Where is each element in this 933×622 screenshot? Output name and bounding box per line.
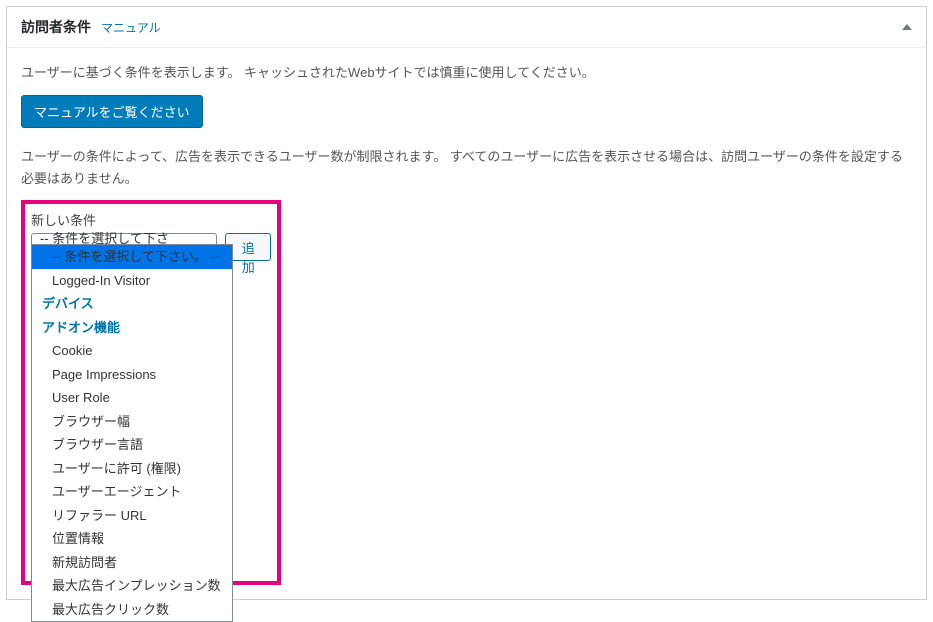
panel-description: ユーザーに基づく条件を表示します。 キャッシュされたWebサイトでは慎重に使用し… xyxy=(21,62,912,81)
highlight-annotation: 新しい条件 -- 条件を選択して下さい。 -- 追加 -- 条件を選択して下さい… xyxy=(21,200,281,585)
panel-header: 訪問者条件 マニュアル xyxy=(7,7,926,48)
panel-title: 訪問者条件 xyxy=(21,17,91,37)
dropdown-option[interactable]: ユーザーエージェント xyxy=(32,480,232,504)
dropdown-option[interactable]: 新規訪問者 xyxy=(32,551,232,575)
dropdown-option[interactable]: リファラー URL xyxy=(32,504,232,528)
panel-note: ユーザーの条件によって、広告を表示できるユーザー数が制限されます。 すべてのユー… xyxy=(21,146,912,190)
dropdown-option[interactable]: 最大広告インプレッション数 xyxy=(32,574,232,598)
dropdown-option[interactable]: ブラウザー言語 xyxy=(32,433,232,457)
collapse-icon[interactable] xyxy=(902,24,912,30)
condition-dropdown-list: -- 条件を選択して下さい。 --Logged-In Visitorデバイスアド… xyxy=(31,244,233,622)
dropdown-option: アドオン機能 xyxy=(32,316,232,340)
dropdown-option[interactable]: ブラウザー幅 xyxy=(32,410,232,434)
dropdown-option[interactable]: Page Impressions xyxy=(32,363,232,387)
visitor-conditions-panel: 訪問者条件 マニュアル ユーザーに基づく条件を表示します。 キャッシュされたWe… xyxy=(6,6,927,600)
dropdown-option[interactable]: Logged-In Visitor xyxy=(32,269,232,293)
dropdown-option[interactable]: 最大広告クリック数 xyxy=(32,598,232,622)
manual-link[interactable]: マニュアル xyxy=(101,19,161,36)
dropdown-option: デバイス xyxy=(32,292,232,316)
dropdown-option[interactable]: User Role xyxy=(32,386,232,410)
dropdown-option[interactable]: ユーザーに許可 (権限) xyxy=(32,457,232,481)
new-condition-label: 新しい条件 xyxy=(31,210,271,229)
dropdown-option[interactable]: -- 条件を選択して下さい。 -- xyxy=(32,245,232,269)
panel-body: ユーザーに基づく条件を表示します。 キャッシュされたWebサイトでは慎重に使用し… xyxy=(7,48,926,599)
dropdown-option[interactable]: 位置情報 xyxy=(32,527,232,551)
panel-title-wrap: 訪問者条件 マニュアル xyxy=(21,17,161,37)
dropdown-option[interactable]: Cookie xyxy=(32,339,232,363)
manual-button[interactable]: マニュアルをご覧ください xyxy=(21,95,203,128)
